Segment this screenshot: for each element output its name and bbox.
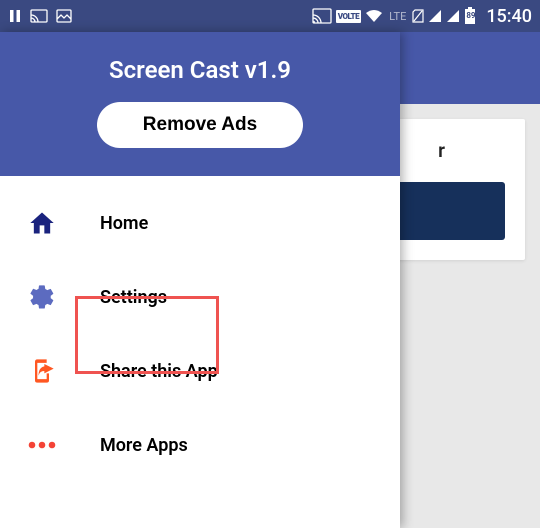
drawer-item-settings[interactable]: Settings xyxy=(0,260,400,334)
volte-badge: VOLTE xyxy=(336,10,361,23)
cast-small-icon xyxy=(30,9,48,23)
signal-icon-2 xyxy=(446,9,460,23)
gear-icon xyxy=(26,281,58,313)
battery-level: 89 xyxy=(466,11,475,20)
lte-label: LTE xyxy=(389,10,406,23)
drawer-items: Home Settings Share this App More Apps xyxy=(0,176,400,482)
dots-icon xyxy=(26,429,58,461)
status-bar: VOLTE LTE 89 15:40 xyxy=(0,0,540,32)
cast-icon xyxy=(312,8,332,24)
image-icon xyxy=(56,9,72,23)
drawer-item-label: Share this App xyxy=(100,361,218,382)
drawer-item-label: Home xyxy=(100,213,148,234)
nav-drawer: Screen Cast v1.9 Remove Ads Home Setting… xyxy=(0,32,400,528)
wifi-icon xyxy=(365,9,383,23)
drawer-header: Screen Cast v1.9 Remove Ads xyxy=(0,32,400,176)
no-sim-icon xyxy=(412,9,424,23)
status-left xyxy=(8,9,72,23)
home-icon xyxy=(26,207,58,239)
status-right: VOLTE LTE 89 15:40 xyxy=(312,6,532,27)
drawer-item-share[interactable]: Share this App xyxy=(0,334,400,408)
share-icon xyxy=(26,355,58,387)
drawer-item-home[interactable]: Home xyxy=(0,186,400,260)
drawer-title: Screen Cast v1.9 xyxy=(0,56,400,84)
battery-icon: 89 xyxy=(464,7,476,25)
remove-ads-button[interactable]: Remove Ads xyxy=(97,102,303,148)
pause-icon xyxy=(8,9,22,23)
drawer-item-label: Settings xyxy=(100,287,167,308)
drawer-item-more-apps[interactable]: More Apps xyxy=(0,408,400,482)
drawer-item-label: More Apps xyxy=(100,435,188,456)
signal-icon-1 xyxy=(428,9,442,23)
clock: 15:40 xyxy=(486,6,532,27)
